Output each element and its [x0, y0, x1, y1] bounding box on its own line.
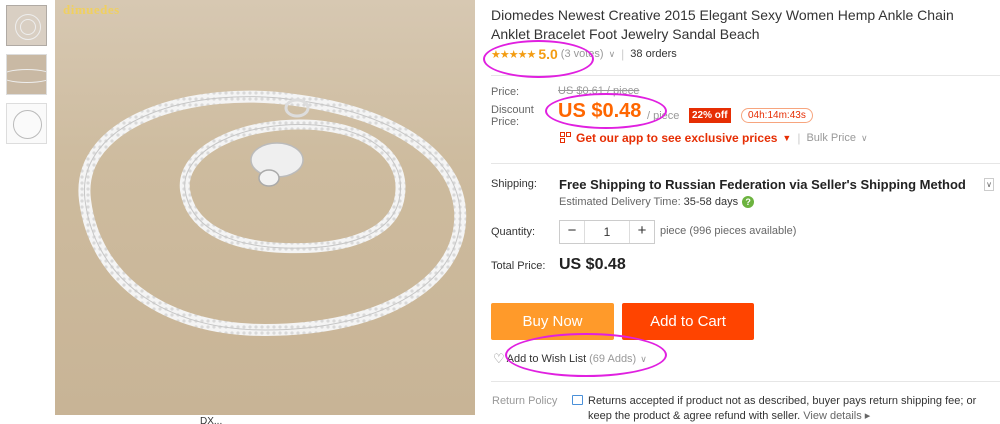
return-policy-text: Returns accepted if product not as descr…	[588, 394, 978, 424]
qr-code-icon	[560, 132, 572, 144]
delivery-label: Estimated Delivery Time:	[559, 196, 681, 208]
anklet-illustration	[78, 90, 467, 337]
quantity-stepper: − 1 +	[559, 220, 655, 244]
orders-count: 38 orders	[630, 48, 677, 60]
thumbnail-2[interactable]	[6, 54, 47, 95]
discount-badge: 22% off	[689, 108, 731, 123]
delivery-value: 35-58 days	[683, 196, 739, 208]
wishlist-count: (69 Adds)	[589, 353, 637, 365]
star-rating-icon: ★★★★★	[491, 48, 536, 61]
shipping-method[interactable]: Free Shipping to Russian Federation via …	[559, 177, 966, 192]
return-policy-description: Returns accepted if product not as descr…	[588, 395, 977, 422]
heart-icon[interactable]: ♡	[493, 351, 505, 367]
add-to-cart-button[interactable]: Add to Cart	[622, 303, 754, 340]
delivery-estimate: Estimated Delivery Time: 35-58 days ?	[559, 196, 755, 208]
discount-price: US $0.48	[558, 100, 642, 122]
separator: |	[797, 131, 801, 145]
price-label: Price:	[491, 86, 520, 98]
product-image[interactable]: dimuedes	[55, 0, 475, 415]
decrease-button[interactable]: −	[560, 221, 584, 243]
thumbnail-3[interactable]	[6, 103, 47, 144]
buy-now-button[interactable]: Buy Now	[491, 303, 614, 340]
wishlist-row[interactable]: ♡ Add to Wish List (69 Adds) ∨	[493, 351, 647, 367]
separator: |	[621, 47, 625, 61]
chevron-down-icon[interactable]: ∨	[609, 49, 616, 60]
return-policy-label: Return Policy	[492, 395, 558, 407]
quantity-label: Quantity:	[491, 226, 536, 238]
app-promo-link[interactable]: Get our app to see exclusive prices	[576, 131, 777, 145]
wishlist-link[interactable]: Add to Wish List	[507, 353, 586, 365]
per-unit-label: / piece	[647, 110, 680, 122]
chevron-down-icon[interactable]: ∨	[640, 354, 647, 365]
shipping-dropdown-icon[interactable]: ∨	[984, 178, 994, 191]
help-icon[interactable]: ?	[742, 196, 755, 208]
increase-button[interactable]: +	[630, 221, 654, 243]
rating-row: ★★★★★ 5.0 (3 votes) ∨ | 38 orders	[491, 46, 677, 62]
thumbnail-1[interactable]	[6, 5, 47, 46]
quantity-input[interactable]: 1	[584, 221, 630, 243]
divider	[491, 381, 1000, 382]
bulk-price-link[interactable]: Bulk Price	[806, 132, 856, 144]
view-details-link[interactable]: View details ▸	[803, 410, 870, 422]
return-policy-icon	[572, 395, 583, 405]
divider	[491, 163, 1000, 164]
app-promo-row: Get our app to see exclusive prices ▼ | …	[560, 131, 868, 145]
thumbnail-strip	[6, 5, 48, 152]
original-price: US $0.61 / piece	[558, 85, 640, 97]
brand-watermark: dimuedes	[63, 2, 120, 17]
rating-value: 5.0	[538, 46, 558, 62]
discount-price-label: Discount Price:	[491, 104, 534, 128]
image-caption: DX...	[200, 416, 223, 424]
total-price-label: Total Price:	[491, 260, 546, 272]
countdown-timer: 04h:14m:43s	[741, 108, 813, 123]
shipping-label: Shipping:	[491, 178, 537, 190]
product-title: Diomedes Newest Creative 2015 Elegant Se…	[491, 7, 954, 42]
divider	[491, 75, 1000, 76]
chevron-down-icon[interactable]: ∨	[861, 133, 868, 144]
total-price: US $0.48	[559, 256, 626, 273]
chevron-down-icon[interactable]: ▼	[782, 133, 791, 143]
quantity-note: piece (996 pieces available)	[660, 225, 797, 237]
votes-link[interactable]: (3 votes)	[561, 48, 604, 60]
